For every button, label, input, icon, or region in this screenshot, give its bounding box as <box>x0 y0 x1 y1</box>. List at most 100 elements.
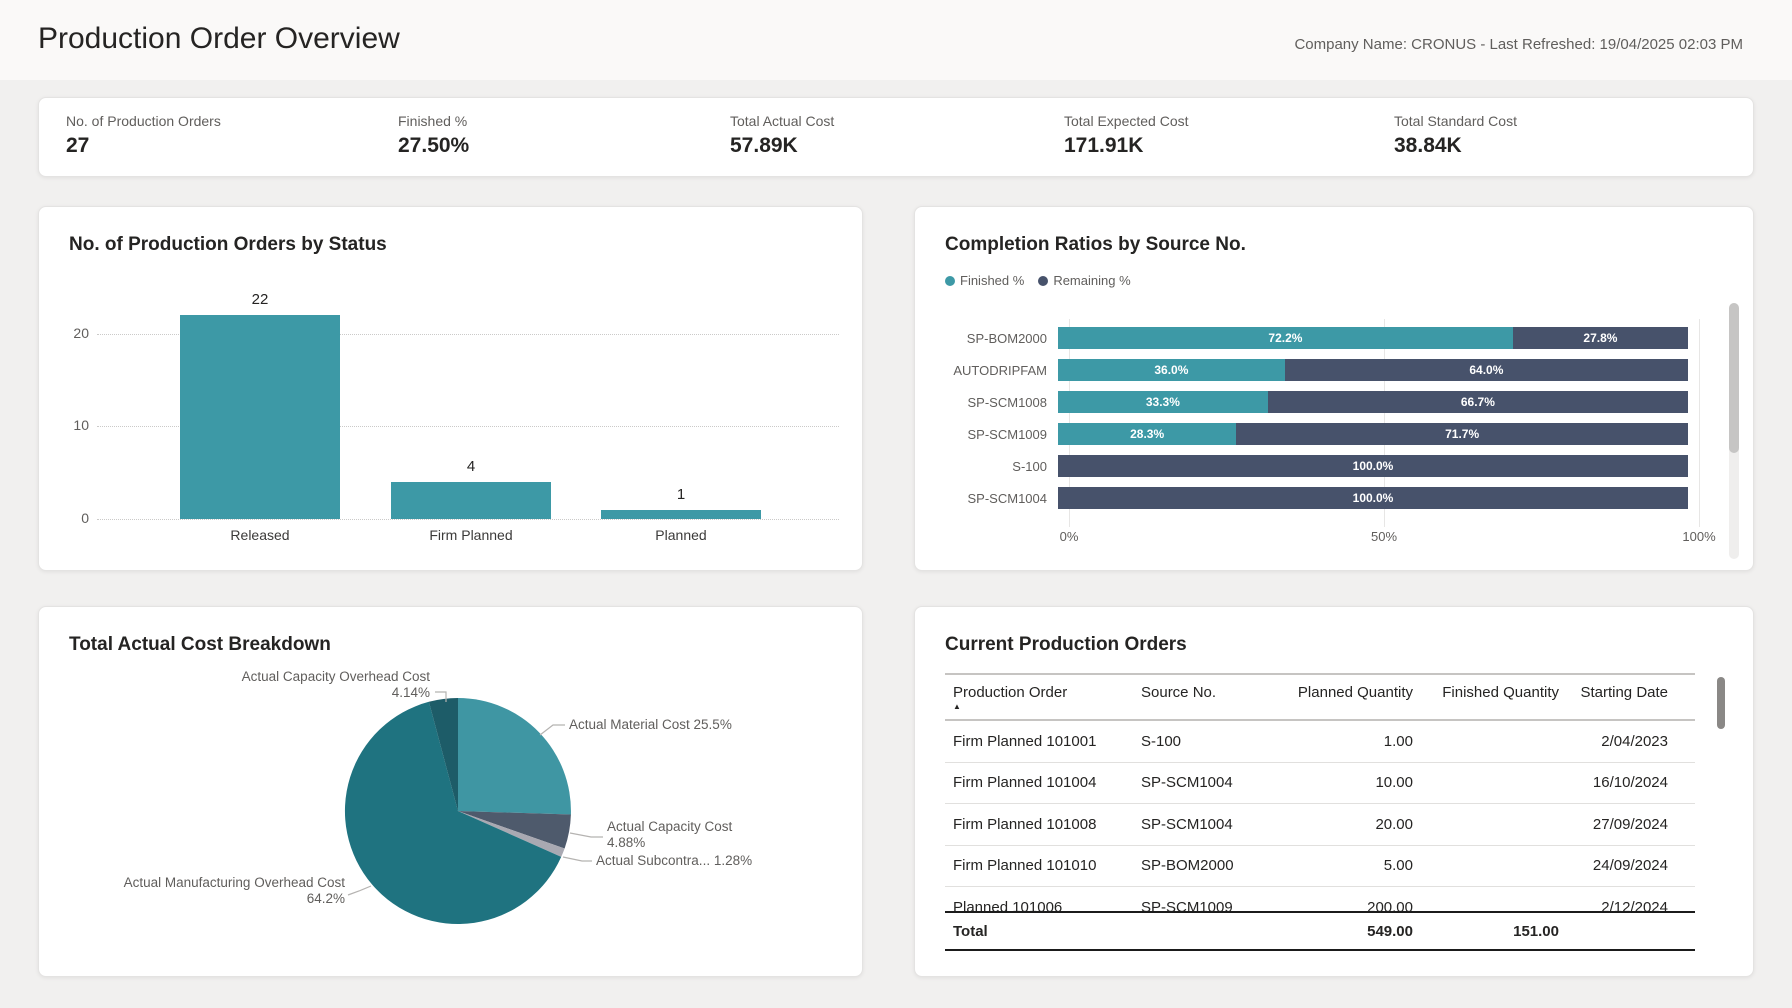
table-cell: S-100 <box>1141 733 1281 750</box>
chart-scrollbar[interactable] <box>1729 303 1739 559</box>
table-row[interactable]: Firm Planned 101001S-1001.00 2/04/2023 <box>945 721 1695 763</box>
table-cell: Firm Planned 101008 <box>945 816 1141 833</box>
segment-value-label: 64.0% <box>1285 363 1688 377</box>
table-cell: 24/09/2024 <box>1559 857 1695 874</box>
segment-remaining[interactable]: 100.0% <box>1058 487 1688 509</box>
table-cell: Firm Planned 101010 <box>945 857 1141 874</box>
table-row[interactable]: Firm Planned 101004SP-SCM100410.0016/10/… <box>945 763 1695 805</box>
kpi-value: 171.91K <box>1064 134 1189 158</box>
kpi-label: Total Standard Cost <box>1394 113 1517 129</box>
table-cell: SP-SCM1004 <box>1141 774 1281 791</box>
table-cell: Planned 101006 <box>945 899 1141 911</box>
column-header-label: Finished Quantity <box>1442 684 1559 701</box>
completion-ratios-chart-card: Completion Ratios by Source No. Finished… <box>914 206 1754 571</box>
kpi-no-of-production-orders: No. of Production Orders 27 <box>66 113 221 158</box>
table-cell: 1.00 <box>1281 733 1413 750</box>
x-axis-tick: 50% <box>1371 529 1397 544</box>
pie-callout-label: 4.88% <box>607 835 645 850</box>
category-label: SP-BOM2000 <box>945 331 1058 346</box>
dashboard-page: Production Order Overview Company Name: … <box>0 0 1792 1008</box>
bar-released[interactable] <box>180 315 340 519</box>
table-cell: Firm Planned 101001 <box>945 733 1141 750</box>
category-label: SP-SCM1008 <box>945 395 1058 410</box>
kpi-finished-pct: Finished % 27.50% <box>398 113 469 158</box>
segment-finished[interactable]: 33.3% <box>1058 391 1268 413</box>
category-label: SP-SCM1009 <box>945 427 1058 442</box>
chart-scrollbar-thumb[interactable] <box>1729 303 1739 453</box>
callout-line <box>570 833 603 837</box>
table-row[interactable]: Planned 101006SP-SCM1009200.002/12/2024 <box>945 887 1695 911</box>
table-scrollbar-thumb[interactable] <box>1717 677 1725 729</box>
stacked-bar-track: 100.0% <box>1058 455 1688 477</box>
table-cell: SP-SCM1004 <box>1141 816 1281 833</box>
segment-value-label: 66.7% <box>1268 395 1688 409</box>
bar-value-label: 22 <box>220 291 300 308</box>
table-cell: 27/09/2024 <box>1559 816 1695 833</box>
segment-value-label: 100.0% <box>1058 491 1688 505</box>
segment-finished[interactable]: 72.2% <box>1058 327 1513 349</box>
segment-remaining[interactable]: 27.8% <box>1513 327 1688 349</box>
column-header-starting-date[interactable]: Starting Date <box>1559 675 1695 719</box>
pie-slice-actual-material-cost[interactable] <box>458 698 571 815</box>
table-row[interactable]: Firm Planned 101008SP-SCM100420.0027/09/… <box>945 804 1695 846</box>
column-header-label: Source No. <box>1141 684 1216 701</box>
bar-firm-planned[interactable] <box>391 482 551 519</box>
stacked-bar-row: SP-BOM200072.2%27.8% <box>945 327 1699 349</box>
x-axis-tick: 100% <box>1682 529 1715 544</box>
table-cell: 10.00 <box>1281 774 1413 791</box>
segment-remaining[interactable]: 64.0% <box>1285 359 1688 381</box>
stacked-bar-row: SP-SCM100833.3%66.7% <box>945 391 1699 413</box>
x-axis-label: Released <box>170 527 350 543</box>
pie-callout-label: Actual Capacity Overhead Cost <box>242 669 431 684</box>
stacked-bar-track: 33.3%66.7% <box>1058 391 1688 413</box>
kpi-value: 38.84K <box>1394 134 1517 158</box>
segment-value-label: 33.3% <box>1058 395 1268 409</box>
stacked-bar-row: S-100100.0% <box>945 455 1699 477</box>
column-header-label: Planned Quantity <box>1298 684 1413 701</box>
segment-finished[interactable]: 28.3% <box>1058 423 1236 445</box>
segment-finished[interactable]: 36.0% <box>1058 359 1285 381</box>
bar-value-label: 1 <box>641 486 721 503</box>
pie-callout-label: Actual Capacity Cost <box>607 819 733 834</box>
callout-line <box>348 886 371 895</box>
table-cell: 2/04/2023 <box>1559 733 1695 750</box>
table-title: Current Production Orders <box>945 634 1187 656</box>
stacked-bar-row: SP-SCM1004100.0% <box>945 487 1699 509</box>
segment-remaining[interactable]: 100.0% <box>1058 455 1688 477</box>
pie-callout-label: 4.14% <box>392 685 430 700</box>
page-title: Production Order Overview <box>38 22 400 56</box>
segment-remaining[interactable]: 66.7% <box>1268 391 1688 413</box>
total-cell: Total <box>945 923 1141 940</box>
segment-remaining[interactable]: 71.7% <box>1236 423 1688 445</box>
column-header-label: Starting Date <box>1580 684 1668 701</box>
kpi-value: 27.50% <box>398 134 469 158</box>
stacked-bar-track: 100.0% <box>1058 487 1688 509</box>
column-header-production-order[interactable]: Production Order▲ <box>945 675 1141 719</box>
table-cell: 16/10/2024 <box>1559 774 1695 791</box>
column-header-finished-quantity[interactable]: Finished Quantity <box>1413 675 1559 719</box>
total-cell: 549.00 <box>1281 923 1413 940</box>
kpi-total-actual-cost: Total Actual Cost 57.89K <box>730 113 834 158</box>
stacked-bar-row: SP-SCM100928.3%71.7% <box>945 423 1699 445</box>
x-axis-label: Planned <box>591 527 771 543</box>
kpi-value: 57.89K <box>730 134 834 158</box>
bar-planned[interactable] <box>601 510 761 519</box>
category-label: SP-SCM1004 <box>945 491 1058 506</box>
category-label: AUTODRIPFAM <box>945 363 1058 378</box>
table: Production Order▲Source No. Planned Quant… <box>945 673 1695 951</box>
table-row[interactable]: Firm Planned 101010SP-BOM20005.0024/09/2… <box>945 846 1695 888</box>
column-header-planned-quantity[interactable]: Planned Quantity <box>1281 675 1413 719</box>
chart-title: Total Actual Cost Breakdown <box>69 634 331 656</box>
kpi-value: 27 <box>66 134 221 158</box>
column-header-source-no-[interactable]: Source No. <box>1141 675 1281 719</box>
table-body-viewport[interactable]: Firm Planned 101001S-1001.002/04/2023Fir… <box>945 721 1695 911</box>
pie-chart: Actual Material Cost 25.5%Actual Capacit… <box>39 607 864 978</box>
segment-value-label: 100.0% <box>1058 459 1688 473</box>
gridline <box>97 519 839 520</box>
stacked-bar-row: AUTODRIPFAM36.0%64.0% <box>945 359 1699 381</box>
segment-value-label: 71.7% <box>1236 427 1688 441</box>
pie-callout-label: 64.2% <box>307 891 345 906</box>
stacked-chart-rows: SP-BOM200072.2%27.8% AUTODRIPFAM36.0%64.0… <box>945 327 1699 519</box>
y-axis-tick: 20 <box>49 325 89 341</box>
table-header-row: Production Order▲Source No. Planned Quant… <box>945 673 1695 721</box>
